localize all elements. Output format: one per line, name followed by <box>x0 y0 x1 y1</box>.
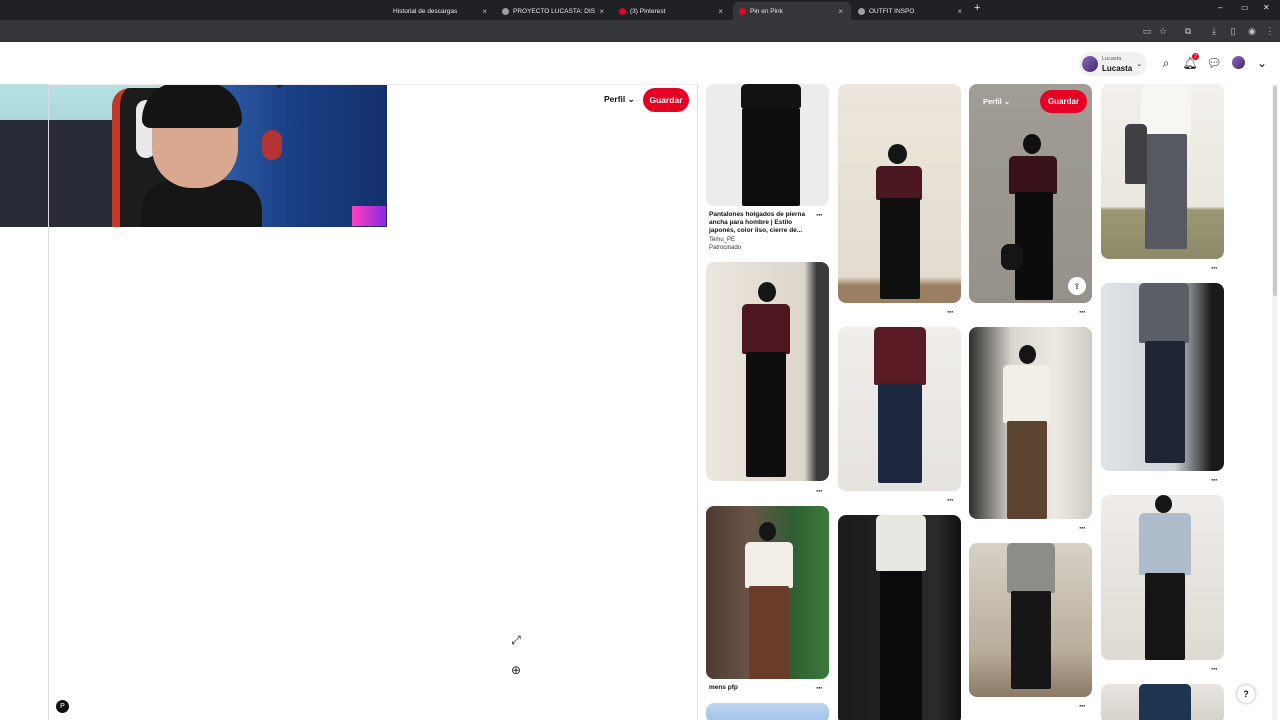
help-button[interactable]: ? <box>1237 685 1255 703</box>
visual-search-icon[interactable]: ⊕ <box>508 662 524 678</box>
sidebar-icon[interactable]: ▯ <box>1227 25 1239 37</box>
profile-icon[interactable]: ◉ <box>1246 25 1258 37</box>
more-options-icon[interactable]: ··· <box>1211 664 1218 674</box>
pin-image[interactable] <box>838 515 961 720</box>
profile-dropdown[interactable]: Perfil ⌄ <box>983 97 1010 106</box>
more-options-icon[interactable]: ··· <box>947 307 954 317</box>
notification-badge: 2 <box>1192 53 1199 60</box>
close-icon[interactable]: × <box>718 7 723 16</box>
tab-title: PROYECTO LUCASTA: DISEÑO <box>513 7 596 15</box>
globe-icon <box>502 7 509 15</box>
more-options-icon[interactable]: ··· <box>816 683 823 693</box>
screen: { "browser": { "tabs": [ {"title": "Hist… <box>0 0 1280 720</box>
profile-dropdown[interactable]: Perfil ⌄ <box>604 94 635 105</box>
avatar <box>1082 56 1098 72</box>
scrollbar-thumb[interactable] <box>1273 86 1277 296</box>
tab-title: OUTFIT INSPO <box>869 7 915 15</box>
tab-pinterest[interactable]: (3) Pinterest × <box>613 2 731 20</box>
account-name: Lucasta <box>1102 64 1133 73</box>
pin-image[interactable] <box>1101 84 1224 259</box>
tab-title: Historial de descargas <box>393 7 458 15</box>
more-options-icon[interactable]: ··· <box>1211 263 1218 273</box>
pin-image-hovered[interactable] <box>969 84 1092 303</box>
pin-title[interactable]: Pantalones holgados de pierna ancha para… <box>709 211 814 235</box>
pin-image[interactable] <box>1101 495 1224 660</box>
more-options-icon[interactable]: ··· <box>1211 475 1218 485</box>
close-icon[interactable]: × <box>482 7 487 16</box>
account-label: Lucasta <box>1102 56 1122 62</box>
tab-proyecto[interactable]: PROYECTO LUCASTA: DISEÑO × <box>496 2 612 20</box>
browser-tab-strip: Historial de descargas × PROYECTO LUCAST… <box>0 0 1280 20</box>
pin-image[interactable] <box>706 84 829 206</box>
tab-outfit-inspo[interactable]: OUTFIT INSPO × <box>852 2 970 20</box>
pin-image[interactable] <box>838 327 961 491</box>
chevron-down-icon[interactable]: ⌄ <box>1255 56 1269 70</box>
sponsored-tag: Patrocinado <box>709 245 742 251</box>
pin-closeup-panel <box>48 84 698 720</box>
search-icon[interactable]: ⌕ <box>1159 56 1173 70</box>
pinterest-icon <box>619 7 626 15</box>
messages-icon[interactable]: 💬︎ <box>1206 56 1221 70</box>
pin-image[interactable] <box>969 327 1092 519</box>
more-options-icon[interactable]: ··· <box>1079 307 1086 317</box>
save-button[interactable]: Guardar <box>643 88 689 112</box>
close-icon[interactable]: × <box>957 7 962 16</box>
pin-image[interactable] <box>838 84 961 303</box>
pin-image[interactable] <box>706 506 829 679</box>
browser-toolbar: ▭ ☆ ⧉ ⤓ ▯ ◉ ⋮ <box>0 20 1280 42</box>
more-options-icon[interactable]: ··· <box>816 486 823 496</box>
profile-label: Perfil <box>983 97 1002 106</box>
share-icon[interactable]: ⇪ <box>1068 277 1086 295</box>
bookmark-star-icon[interactable]: ☆ <box>1157 25 1169 37</box>
chevron-down-icon: ⌄ <box>1136 61 1143 68</box>
pin-image[interactable] <box>969 543 1092 697</box>
tab-title: Pin en Pink <box>750 7 783 15</box>
close-icon[interactable]: × <box>599 7 604 16</box>
minimize-button[interactable]: – <box>1218 3 1222 12</box>
pin-image[interactable] <box>706 262 829 481</box>
avatar[interactable] <box>1232 56 1245 69</box>
advertiser-name[interactable]: Temu_PE <box>709 236 735 244</box>
tab-title: (3) Pinterest <box>630 7 666 15</box>
more-options-icon[interactable]: ··· <box>1079 523 1086 533</box>
pinterest-icon <box>739 7 746 15</box>
new-tab-button[interactable]: + <box>974 2 980 14</box>
extensions-icon[interactable]: ⧉ <box>1182 25 1194 37</box>
pin-image[interactable] <box>1101 283 1224 471</box>
account-switcher[interactable]: Lucasta Lucasta ⌄ <box>1079 52 1147 76</box>
pinterest-logo-icon: P <box>56 700 69 713</box>
pin-title[interactable]: mens pfp <box>709 684 738 692</box>
tab-descargas[interactable]: Historial de descargas × <box>387 2 495 20</box>
menu-icon[interactable]: ⋮ <box>1264 25 1276 37</box>
pin-image[interactable] <box>706 703 829 720</box>
more-options-icon[interactable]: ··· <box>947 495 954 505</box>
more-options-icon[interactable]: ··· <box>816 210 823 220</box>
profile-label: Perfil <box>604 94 626 104</box>
pin-image[interactable] <box>1101 684 1224 720</box>
cast-icon[interactable]: ▭ <box>1141 25 1153 37</box>
save-button[interactable]: Guardar <box>1040 90 1087 113</box>
close-icon[interactable]: × <box>838 7 843 16</box>
tab-pin-en-pink[interactable]: Pin en Pink × <box>733 2 851 20</box>
maximize-button[interactable]: ▭ <box>1241 3 1249 12</box>
more-options-icon[interactable]: ··· <box>1079 701 1086 711</box>
globe-icon <box>858 7 865 15</box>
expand-icon[interactable]: ⤢ <box>508 632 524 648</box>
download-icon[interactable]: ⤓ <box>1208 25 1220 37</box>
close-window-button[interactable]: ✕ <box>1263 3 1270 12</box>
